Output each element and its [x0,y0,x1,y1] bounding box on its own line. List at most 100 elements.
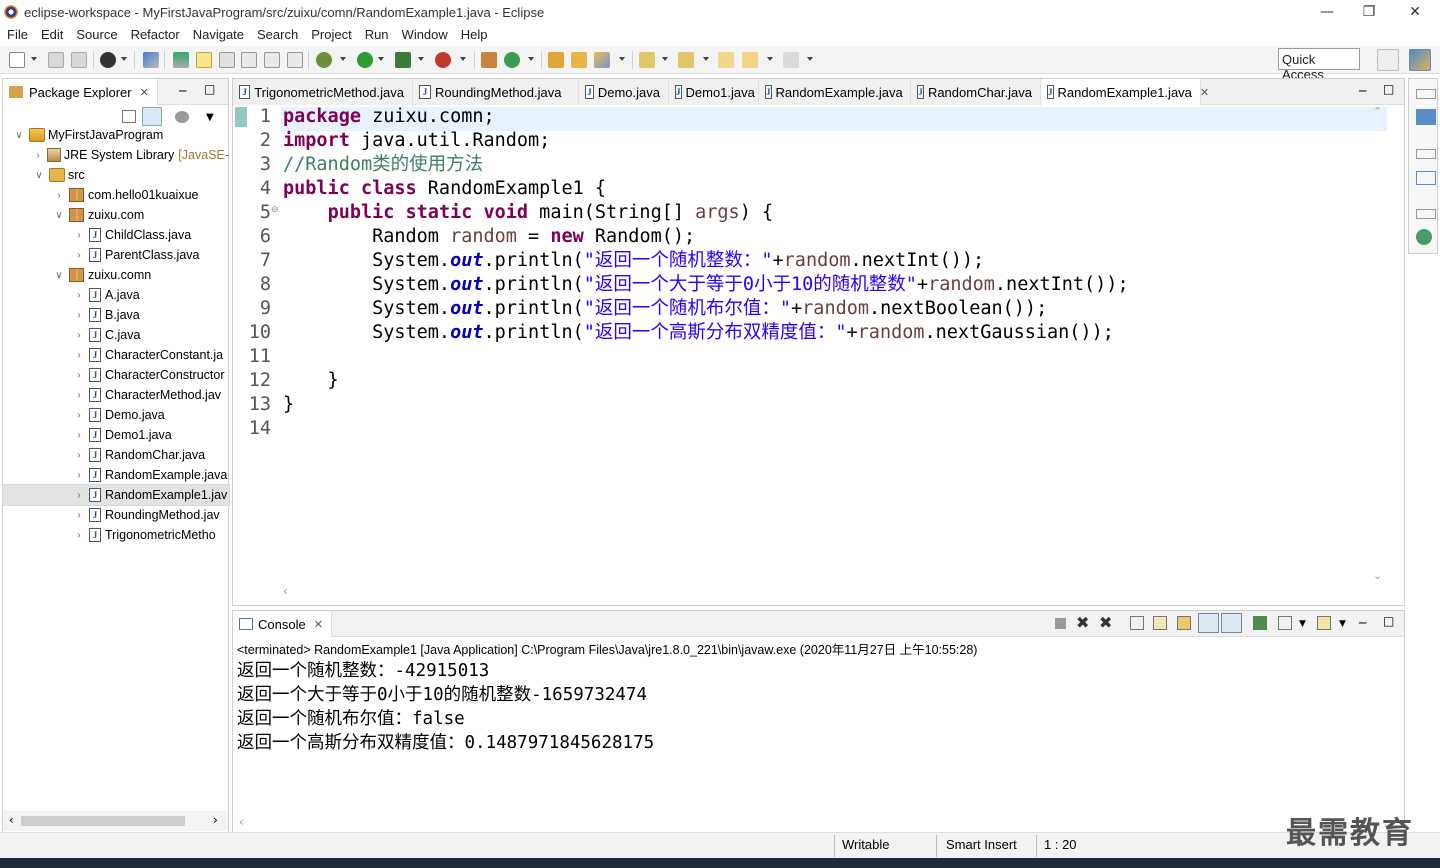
coverage-dropdown-icon[interactable] [418,57,424,61]
java-perspective-icon[interactable] [1409,49,1431,71]
skip-breakpoints-icon[interactable] [143,52,159,68]
tree-item[interactable]: › J TrigonometricMetho [3,525,229,545]
menu-search[interactable]: Search [250,27,304,42]
restore-icon[interactable] [1416,89,1436,99]
previous-annotation-dropdown-icon[interactable] [703,57,709,61]
chevron-right-icon[interactable]: › [73,230,85,241]
next-annotation-dropdown-icon[interactable] [662,57,668,61]
word-wrap-console-icon[interactable] [1177,616,1191,630]
coverage-icon[interactable] [395,52,411,68]
tree-item[interactable]: › com.hello01kuaixue [3,185,229,205]
chevron-right-icon[interactable]: › [73,430,85,441]
tree-item[interactable]: › J ChildClass.java [3,225,229,245]
scroll-left-icon[interactable]: ‹ [239,815,244,829]
close-icon[interactable]: ✕ [140,86,149,99]
new-icon[interactable] [9,52,25,68]
open-resource-icon[interactable] [571,52,587,68]
save-all-icon[interactable] [71,52,87,68]
show-on-stdout-icon[interactable] [1198,613,1219,633]
chevron-right-icon[interactable]: › [73,390,85,401]
new-java-project-icon[interactable] [481,52,497,68]
open-console-icon[interactable] [1317,616,1331,630]
tree-item[interactable]: › J A.java [3,285,229,305]
new-class-icon[interactable] [504,52,520,68]
scroll-right-icon[interactable]: › [213,813,218,827]
chevron-right-icon[interactable]: › [73,530,85,541]
chevron-right-icon[interactable]: › [33,150,43,161]
chevron-right-icon[interactable]: › [73,350,85,361]
menu-window[interactable]: Window [395,27,454,42]
tree-item[interactable]: › JRE System Library [JavaSE- [3,145,229,165]
tree-item[interactable]: › J B.java [3,305,229,325]
chevron-down-icon[interactable]: ∨ [13,130,25,141]
menu-run[interactable]: Run [358,27,395,42]
close-window-button[interactable]: ✕ [1394,0,1436,24]
fold-icon[interactable]: ⊖ [271,205,279,215]
scroll-down-icon[interactable]: ⌄ [1373,569,1382,582]
debug-dropdown-icon[interactable] [340,57,346,61]
tree-item[interactable]: › J ParentClass.java [3,245,229,265]
close-icon[interactable]: ✕ [1200,86,1209,99]
chevron-right-icon[interactable]: › [73,490,85,501]
close-icon[interactable]: ✕ [314,618,323,631]
tree-item[interactable]: › J Demo.java [3,405,229,425]
chevron-right-icon[interactable]: › [73,470,85,481]
menu-file[interactable]: File [0,27,34,42]
show-on-stderr-icon[interactable] [1221,613,1242,633]
forward-icon[interactable] [783,52,799,68]
team-dropdown-icon[interactable] [121,57,127,61]
chevron-right-icon[interactable]: › [73,410,85,421]
chevron-down-icon[interactable]: ∨ [33,170,45,181]
menu-refactor[interactable]: Refactor [124,27,186,42]
open-perspective-icon[interactable] [1377,49,1399,71]
maximize-console-icon[interactable]: □ [1383,614,1394,628]
editor-tab[interactable]: J RoundingMethod.java [413,79,579,105]
minimize-view-icon[interactable]: ─ [179,84,186,98]
minimize-console-icon[interactable]: ─ [1359,616,1366,630]
view-menu-icon[interactable]: ▼ [206,112,214,123]
tree-item[interactable]: › J RandomChar.java [3,445,229,465]
tree-item[interactable]: › J C.java [3,325,229,345]
tree-item[interactable]: › J RandomExample.java [3,465,229,485]
save-icon[interactable] [48,52,64,68]
open-folder-icon[interactable] [548,52,564,68]
horizontal-scrollbar[interactable]: ‹ › [3,811,228,831]
terminate-icon[interactable] [1055,618,1066,629]
minimize-button[interactable]: — [1306,0,1348,24]
restore-button[interactable]: ❐ [1348,0,1390,24]
tab-console[interactable]: Console ✕ [233,611,332,637]
block-selection-icon[interactable] [219,52,235,68]
forward-dropdown-icon[interactable] [807,57,813,61]
chevron-down-icon[interactable]: ∨ [53,210,65,221]
scroll-left-icon[interactable]: ‹ [9,813,14,827]
remove-launch-icon[interactable]: ✖ [1076,613,1089,632]
tab-package-explorer[interactable]: Package Explorer ✕ [3,79,158,105]
toggle-mark-occurrences-icon[interactable] [196,52,212,68]
tree-item[interactable]: › J RoundingMethod.jav [3,505,229,525]
tree-item[interactable]: › J CharacterConstant.ja [3,345,229,365]
back-dropdown-icon[interactable] [767,57,773,61]
menu-navigate[interactable]: Navigate [186,27,250,42]
run-dropdown-icon[interactable] [378,57,384,61]
quick-access-field[interactable]: Quick Access [1278,48,1360,82]
display-console-icon[interactable] [1278,616,1292,630]
menu-edit[interactable]: Edit [34,27,69,42]
scroll-left-icon[interactable]: ‹ [283,584,288,598]
maximize-view-icon[interactable]: □ [204,82,215,96]
back-icon[interactable] [742,52,758,68]
new-dropdown-icon[interactable] [31,57,37,61]
run-icon[interactable] [357,52,373,68]
task-list-icon[interactable] [1416,171,1436,185]
chevron-right-icon[interactable]: › [53,190,65,201]
minimize-editor-icon[interactable]: ─ [1359,84,1366,98]
display-console-dropdown-icon[interactable]: ▼ [1299,619,1306,629]
menu-project[interactable]: Project [304,27,357,42]
editor-tab[interactable]: J RandomExample.java [759,79,911,105]
console-output[interactable]: <terminated> RandomExample1 [Java Applic… [233,639,1383,833]
chevron-right-icon[interactable]: › [73,450,85,461]
menu-source[interactable]: Source [69,27,123,42]
tree-item[interactable]: ∨ src [3,165,229,185]
chevron-down-icon[interactable]: ∨ [53,270,65,281]
scroll-lock-icon[interactable] [1153,616,1167,630]
external-tools-icon[interactable] [435,52,451,68]
